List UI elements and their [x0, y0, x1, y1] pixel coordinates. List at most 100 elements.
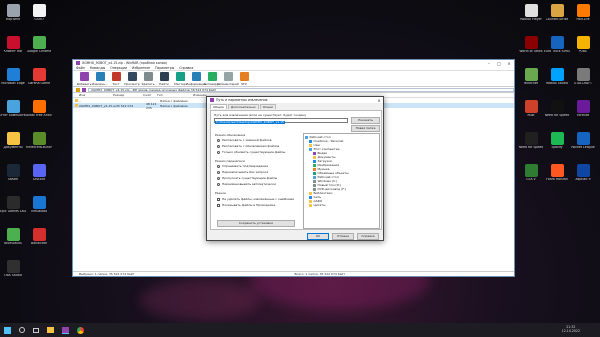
desktop-icon[interactable]: GSRO: [26, 4, 52, 22]
winrar-taskbar-icon[interactable]: [62, 326, 69, 334]
radio-option[interactable]: Распаковать с заменой файлов: [217, 138, 272, 142]
desktop-icon[interactable]: Euro Truck Simulator: [544, 36, 570, 54]
cancel-button[interactable]: Отмена: [332, 233, 354, 240]
menu-favorites[interactable]: Избранное: [132, 66, 150, 70]
radio-button[interactable]: [217, 150, 220, 154]
desktop-icon[interactable]: Need for Speed: [518, 132, 544, 150]
desktop-icon[interactable]: Spotify: [544, 132, 570, 150]
desktop-icon[interactable]: Этот компьютер: [0, 100, 26, 118]
new-folder-button[interactable]: Новая папка: [351, 125, 380, 132]
desktop-icon[interactable]: Avast Free Antivirus: [26, 100, 52, 118]
col-size[interactable]: Размер: [113, 93, 143, 97]
col-name[interactable]: Имя: [73, 93, 113, 97]
radio-option[interactable]: Распаковать с обновлением файлов: [217, 144, 279, 148]
toolbar-button[interactable]: Удалить: [141, 72, 155, 86]
desktop-icon[interactable]: Документы: [0, 132, 26, 150]
radio-button[interactable]: [217, 164, 220, 168]
show-button[interactable]: Показать: [351, 117, 380, 124]
toolbar-button[interactable]: Тест: [109, 72, 123, 86]
desktop-icon[interactable]: Roblox Player: [518, 4, 544, 22]
desktop-icon[interactable]: Steam: [0, 164, 26, 182]
desktop-icon[interactable]: MinecraftLauncher: [26, 132, 52, 150]
desktop-icon[interactable]: Epic Games Launcher: [0, 196, 26, 214]
toolbar-button[interactable]: Найти: [157, 72, 171, 86]
toolbar-button[interactable]: Просмотр: [124, 72, 140, 86]
ok-button[interactable]: OK: [307, 233, 329, 240]
tab-general[interactable]: Общие: [210, 104, 227, 109]
radio-button[interactable]: [217, 138, 220, 142]
col-type[interactable]: Тип: [157, 93, 193, 97]
toolbar-button[interactable]: Информация: [186, 72, 206, 86]
desktop-icon[interactable]: Roblox Studio: [544, 68, 570, 86]
desktop-icon[interactable]: BlueStacks: [0, 228, 26, 246]
desktop-icon[interactable]: PUBG: [570, 36, 596, 54]
radio-option[interactable]: Спрашивать подтверждение: [217, 164, 268, 168]
desktop-icon[interactable]: Half-Life: [570, 4, 596, 22]
checkbox-option[interactable]: Не удалять файлы, извлечённые с ошибками: [217, 197, 294, 201]
search-icon[interactable]: [19, 327, 25, 333]
up-folder-icon[interactable]: [76, 87, 80, 92]
radio-option[interactable]: Пропускать существующие файлы: [217, 176, 277, 180]
toolbar-button[interactable]: SFX: [237, 72, 251, 86]
checkbox-option[interactable]: Показывать файлы в Проводнике: [217, 203, 275, 207]
desktop-icon[interactable]: Counter-Strike: [544, 4, 570, 22]
dest-path-input[interactable]: C:\Users\User\Desktop\XGMHX_9OBOT_v4.15: [214, 118, 348, 124]
desktop-icon[interactable]: World of Tanks: [518, 36, 544, 54]
desktop-icon[interactable]: OBS Studio: [0, 260, 26, 278]
desktop-icon[interactable]: Garena Game: [26, 68, 52, 86]
desktop-icon[interactable]: Minecraft: [518, 68, 544, 86]
explorer-taskbar-icon[interactable]: [47, 327, 54, 333]
radio-button[interactable]: [217, 176, 220, 180]
menu-options[interactable]: Параметры: [155, 66, 174, 70]
dialog-close-icon[interactable]: ×: [375, 98, 383, 103]
radio-button[interactable]: [217, 144, 220, 148]
desktop-icon[interactable]: Discord: [26, 164, 52, 182]
start-icon[interactable]: [4, 326, 11, 334]
app-icon: [524, 164, 538, 177]
archive-path[interactable]: XGMHX_9OBOT_v4.15.zip - ZIP архив, разме…: [88, 87, 514, 92]
task-view-icon[interactable]: [33, 327, 39, 333]
checkbox[interactable]: [217, 197, 220, 201]
desktop-icon[interactable]: Google Chrome: [26, 36, 52, 54]
desktop-icon[interactable]: Need for Speed: [544, 100, 570, 118]
maximize-icon[interactable]: □: [494, 61, 504, 66]
toolbar-button[interactable]: Извлечь...: [92, 72, 108, 86]
help-button[interactable]: Справка: [357, 233, 379, 240]
tab-advanced[interactable]: Дополнительно: [227, 104, 259, 109]
folder-tree[interactable]: Рабочий стол OneDrive - Personal User Этот …: [303, 133, 380, 229]
radio-button[interactable]: [217, 170, 220, 174]
desktop-icon[interactable]: Корзина: [0, 4, 26, 22]
radio-option[interactable]: Только обновить существующие файлы: [217, 150, 285, 154]
desktop-icon[interactable]: Клиент Hot: [0, 36, 26, 54]
desktop-icon[interactable]: VirtualBox: [26, 196, 52, 214]
desktop-icon[interactable]: Rust: [518, 100, 544, 118]
clock-date[interactable]: 12.10.2022: [562, 329, 580, 334]
desktop-icon[interactable]: Asphalt 9: [570, 164, 596, 182]
radio-button[interactable]: [217, 182, 220, 186]
chrome-taskbar-icon[interactable]: [77, 326, 84, 334]
tree-item[interactable]: Цитаты: [305, 203, 378, 207]
minimize-icon[interactable]: –: [484, 61, 494, 66]
desktop-icon[interactable]: Microsoft Edge: [0, 68, 26, 86]
desktop-icon[interactable]: Forza Horizon: [544, 164, 570, 182]
menu-help[interactable]: Справка: [179, 66, 193, 70]
save-settings-button[interactable]: Сохранить установки: [217, 220, 295, 227]
checkbox[interactable]: [217, 203, 220, 207]
menu-file[interactable]: Файл: [76, 66, 85, 70]
toolbar-button[interactable]: Добавить: [76, 72, 92, 86]
toolbar-button[interactable]: Комментарий: [217, 72, 239, 86]
desktop-icon[interactable]: GTA V: [518, 164, 544, 182]
close-icon[interactable]: ×: [504, 61, 514, 66]
desktop-icon[interactable]: STALCRAFT: [570, 68, 596, 86]
desktop-icon-label: Need for Speed: [518, 146, 544, 149]
radio-option[interactable]: Перезаписывать без запроса: [217, 170, 268, 174]
desktop-icon[interactable]: Rocket League: [570, 132, 596, 150]
tab-options[interactable]: Опции: [259, 104, 276, 109]
menu-operations[interactable]: Операции: [110, 66, 127, 70]
desktop-icon[interactable]: Bandicam: [26, 228, 52, 246]
col-modified[interactable]: Изменён: [193, 93, 207, 97]
desktop-icon[interactable]: Fortnite: [570, 100, 596, 118]
col-packed[interactable]: Сжат: [143, 93, 157, 97]
radio-option[interactable]: Переименовывать автоматически: [217, 182, 276, 186]
menu-commands[interactable]: Команды: [90, 66, 105, 70]
